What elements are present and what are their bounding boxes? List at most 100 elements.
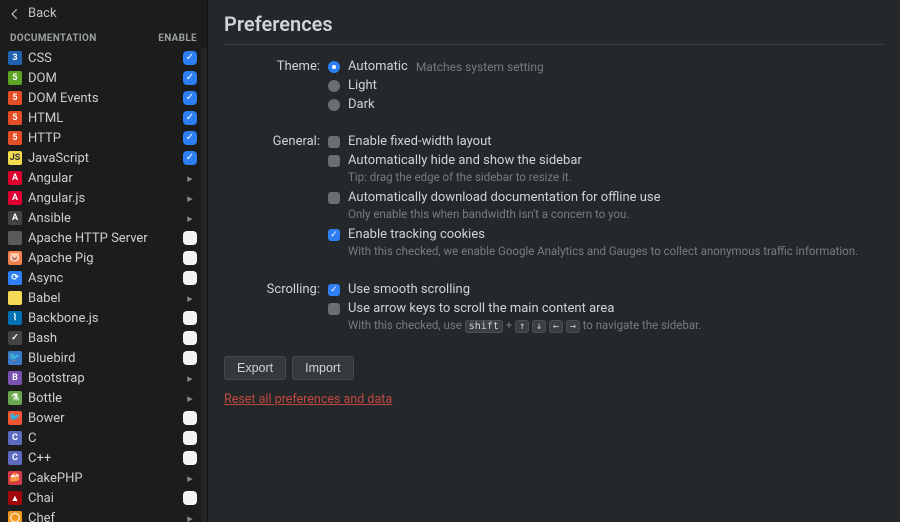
option-label: Enable tracking cookies xyxy=(348,227,485,242)
doc-row[interactable]: 🐦 Bower xyxy=(0,408,207,428)
doc-icon: 5 xyxy=(8,91,22,105)
doc-icon: C xyxy=(8,431,22,445)
scrolling-option[interactable]: Use arrow keys to scroll the main conten… xyxy=(328,301,884,316)
checkbox-icon[interactable] xyxy=(328,303,340,315)
doc-label: Ansible xyxy=(28,211,71,226)
doc-enable-checkbox[interactable] xyxy=(183,411,197,425)
doc-enable-checkbox[interactable] xyxy=(183,311,197,325)
doc-row[interactable]: ⌇Backbone.js xyxy=(0,308,207,328)
radio-icon[interactable] xyxy=(328,80,340,92)
doc-label: Bluebird xyxy=(28,351,75,366)
doc-row[interactable]: ⚗Bottle▸ xyxy=(0,388,207,408)
expand-arrow-icon[interactable]: ▸ xyxy=(183,391,197,405)
doc-icon: 🐦 xyxy=(8,411,22,425)
kbd-key: ← xyxy=(549,320,563,333)
doc-icon: ✓ xyxy=(8,331,22,345)
theme-option[interactable]: AutomaticMatches system setting xyxy=(328,59,884,74)
doc-row-left: CC++ xyxy=(8,451,51,466)
doc-row-left: AAngular.js xyxy=(8,191,85,206)
doc-enable-checkbox[interactable] xyxy=(183,491,197,505)
general-option[interactable]: Enable fixed-width layout xyxy=(328,134,884,149)
doc-row[interactable]: BBootstrap▸ xyxy=(0,368,207,388)
doc-enable-checkbox[interactable] xyxy=(183,331,197,345)
doc-enable-checkbox[interactable] xyxy=(183,351,197,365)
doc-icon: JS xyxy=(8,151,22,165)
doc-row-left: 5DOM xyxy=(8,71,57,86)
doc-row[interactable]: 🐷Apache Pig xyxy=(0,248,207,268)
doc-row[interactable]: ▲Chai xyxy=(0,488,207,508)
doc-row[interactable]: AAngular ▸ xyxy=(0,168,207,188)
general-option[interactable]: Enable tracking cookies xyxy=(328,227,884,242)
reset-link[interactable]: Reset all preferences and data xyxy=(224,392,392,407)
section-body-scrolling: Use smooth scrolling Use arrow keys to sc… xyxy=(328,282,884,338)
doc-row[interactable]: Babel▸ xyxy=(0,288,207,308)
section-scrolling: Scrolling: Use smooth scrollingUse arrow… xyxy=(224,282,884,338)
doc-row[interactable]: 5HTML xyxy=(0,108,207,128)
doc-enable-checkbox[interactable] xyxy=(183,231,197,245)
checkbox-icon[interactable] xyxy=(328,155,340,167)
scrolling-option[interactable]: Use smooth scrolling xyxy=(328,282,884,297)
checkbox-icon[interactable] xyxy=(328,229,340,241)
general-option[interactable]: Automatically hide and show the sidebar xyxy=(328,153,884,168)
doc-row[interactable]: 5DOM xyxy=(0,68,207,88)
radio-icon[interactable] xyxy=(328,99,340,111)
doc-icon: A xyxy=(8,211,22,225)
doc-enable-checkbox[interactable] xyxy=(183,111,197,125)
kbd-key: ↑ xyxy=(515,320,529,333)
doc-enable-checkbox[interactable] xyxy=(183,251,197,265)
doc-row[interactable]: A Ansible ▸ xyxy=(0,208,207,228)
expand-arrow-icon[interactable]: ▸ xyxy=(183,471,197,485)
theme-option[interactable]: Dark xyxy=(328,97,884,112)
option-label: Dark xyxy=(348,97,375,112)
sidebar-header-left: Documentation xyxy=(10,33,97,44)
option-label: Enable fixed-width layout xyxy=(348,134,492,149)
expand-arrow-icon[interactable]: ▸ xyxy=(183,511,197,522)
checkbox-icon[interactable] xyxy=(328,136,340,148)
doc-enable-checkbox[interactable] xyxy=(183,71,197,85)
doc-label: JavaScript xyxy=(28,151,89,166)
doc-row[interactable]: ⟳Async xyxy=(0,268,207,288)
doc-row[interactable]: 5 DOM Events xyxy=(0,88,207,108)
export-button[interactable]: Export xyxy=(224,356,286,380)
expand-arrow-icon[interactable]: ▸ xyxy=(183,291,197,305)
theme-option[interactable]: Light xyxy=(328,78,884,93)
doc-enable-checkbox[interactable] xyxy=(183,151,197,165)
doc-enable-checkbox[interactable] xyxy=(183,91,197,105)
doc-icon: ◯ xyxy=(8,511,22,522)
doc-enable-checkbox[interactable] xyxy=(183,51,197,65)
doc-row[interactable]: ✓Bash xyxy=(0,328,207,348)
doc-row[interactable]: CC++ xyxy=(0,448,207,468)
doc-row[interactable]: AAngular.js ▸ xyxy=(0,188,207,208)
doc-row[interactable]: Apache HTTP Server xyxy=(0,228,207,248)
checkbox-icon[interactable] xyxy=(328,192,340,204)
doc-row[interactable]: 3CSS xyxy=(0,48,207,68)
doc-enable-checkbox[interactable] xyxy=(183,451,197,465)
back-button[interactable]: Back xyxy=(0,0,207,27)
option-hint: Only enable this when bandwidth isn't a … xyxy=(348,207,884,221)
doc-row[interactable]: JS JavaScript xyxy=(0,148,207,168)
expand-arrow-icon[interactable]: ▸ xyxy=(183,371,197,385)
section-body-theme: AutomaticMatches system setting Light Dark xyxy=(328,59,884,116)
doc-row-left: AAngular xyxy=(8,171,73,186)
radio-icon[interactable] xyxy=(328,61,340,73)
expand-arrow-icon[interactable]: ▸ xyxy=(183,191,197,205)
checkbox-icon[interactable] xyxy=(328,284,340,296)
doc-row[interactable]: 🍰CakePHP▸ xyxy=(0,468,207,488)
doc-row[interactable]: 🐦Bluebird xyxy=(0,348,207,368)
doc-label: Bower xyxy=(28,411,65,426)
doc-row[interactable]: 5HTTP xyxy=(0,128,207,148)
doc-label: HTTP xyxy=(28,131,61,146)
doc-label: DOM Events xyxy=(28,91,99,106)
doc-label: Chef xyxy=(28,511,55,522)
general-option[interactable]: Automatically download documentation for… xyxy=(328,190,884,205)
doc-row-left: CC xyxy=(8,431,36,446)
doc-row[interactable]: CC xyxy=(0,428,207,448)
doc-enable-checkbox[interactable] xyxy=(183,131,197,145)
expand-arrow-icon[interactable]: ▸ xyxy=(183,211,197,225)
doc-row[interactable]: ◯ Chef ▸ xyxy=(0,508,207,522)
doc-enable-checkbox[interactable] xyxy=(183,271,197,285)
expand-arrow-icon[interactable]: ▸ xyxy=(183,171,197,185)
option-hint: Tip: drag the edge of the sidebar to res… xyxy=(348,170,884,184)
doc-enable-checkbox[interactable] xyxy=(183,431,197,445)
import-button[interactable]: Import xyxy=(292,356,353,380)
